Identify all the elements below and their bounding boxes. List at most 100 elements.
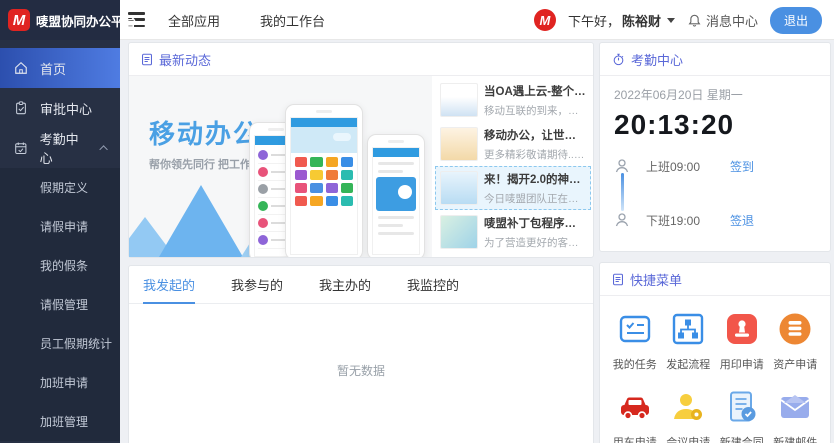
brand-name: 唛盟协同办公平台 — [36, 11, 136, 30]
tab-participated-by-me[interactable]: 我参与的 — [231, 267, 283, 304]
tab-hosted-by-me[interactable]: 我主办的 — [319, 267, 371, 304]
clipboard-icon — [14, 101, 28, 115]
quick-my-tasks[interactable]: 我的任务 — [608, 310, 662, 372]
sidebar-subitem-staff-holiday-stats[interactable]: 员工假期统计 — [0, 324, 120, 363]
username: 陈裕财 — [622, 11, 661, 30]
task-tabs: 我发起的 我参与的 我主办的 我监控的 — [129, 266, 593, 304]
top-right-cluster: M 下午好，陈裕财 消息中心 退出 — [534, 0, 822, 40]
quick-new-mail[interactable]: 新建邮件 — [769, 388, 823, 443]
news-item-title: 当OA遇上云-整个协同OA — [484, 83, 586, 99]
sidebar-subitem-my-leave-notes[interactable]: 我的假条 — [0, 246, 120, 285]
attendance-panel: 考勤中心 2022年06月20日 星期一 20:13:20 上班09:00 签到… — [599, 42, 831, 252]
sidebar-item-label: 考勤中心 — [40, 129, 91, 167]
news-item-highlighted[interactable]: 来！揭开2.0的神秘面纱- 今日唛盟团队正在加班加点， — [435, 166, 591, 210]
mountain-shape — [159, 185, 243, 257]
banner-headline: 移动办公 — [149, 114, 261, 151]
app-logo: M — [8, 9, 30, 31]
stamp-icon — [723, 310, 761, 348]
mobile-office-banner[interactable]: 移动办公 帮你领先同行 把工作带出办公室 — [129, 76, 432, 257]
attendance-submenu: 假期定义 请假申请 我的假条 请假管理 员工假期统计 加班申请 加班管理 — [0, 168, 120, 441]
quick-start-workflow[interactable]: 发起流程 — [662, 310, 716, 372]
greeting-text: 下午好， — [568, 11, 620, 30]
stopwatch-icon — [612, 53, 625, 66]
latest-news-title: 最新动态 — [159, 50, 211, 69]
tasks-icon — [616, 310, 654, 348]
sidebar-item-attendance[interactable]: 考勤中心 — [0, 128, 120, 168]
logout-button[interactable]: 退出 — [770, 7, 822, 34]
phone-mockup-apps — [285, 104, 363, 257]
sidebar-subitem-leave-manage[interactable]: 请假管理 — [0, 285, 120, 324]
phone-app-grid — [291, 153, 357, 210]
home-icon — [14, 61, 28, 75]
sidebar-item-home[interactable]: 首页 — [0, 48, 120, 88]
brand: M 唛盟协同办公平台 — [0, 0, 120, 40]
workflow-icon — [669, 310, 707, 348]
timeline-connector — [621, 173, 624, 211]
check-out-link[interactable]: 签退 — [730, 212, 754, 229]
sidebar-subitem-leave-request[interactable]: 请假申请 — [0, 207, 120, 246]
sidebar-item-label: 首页 — [40, 59, 66, 78]
bell-icon — [687, 13, 702, 28]
message-center[interactable]: 消息中心 — [687, 11, 758, 30]
shift-label: 下班19:00 — [646, 212, 700, 229]
latest-news-panel: 最新动态 移动办公 帮你领先同行 把工作带出办公室 — [128, 42, 594, 258]
latest-news-header: 最新动态 — [129, 43, 593, 76]
tab-monitored-by-me[interactable]: 我监控的 — [407, 267, 459, 304]
sidebar-item-approval[interactable]: 审批中心 — [0, 88, 120, 128]
quick-label: 用印申请 — [720, 356, 764, 372]
document-icon — [141, 53, 153, 66]
quick-menu-grid: 我的任务 发起流程 用印申请 资产申请 用车申请 会议申请 — [600, 296, 830, 443]
quick-label: 新建合同 — [720, 434, 764, 443]
user-menu[interactable]: 下午好，陈裕财 — [568, 11, 675, 30]
quick-vehicle-request[interactable]: 用车申请 — [608, 388, 662, 443]
app-window: 全部应用 我的工作台 M 下午好，陈裕财 消息中心 退出 M 唛盟协同办公平台 … — [0, 0, 834, 443]
shift-row-evening: 下班19:00 签退 — [614, 207, 816, 233]
quick-label: 资产申请 — [773, 356, 817, 372]
sidebar: 首页 审批中心 考勤中心 假期定义 请假申请 我的假条 请假管理 员工假期统计 … — [0, 40, 120, 443]
shift-row-morning: 上班09:00 签到 — [614, 153, 816, 179]
quick-label: 发起流程 — [666, 356, 710, 372]
quick-seal-request[interactable]: 用印申请 — [715, 310, 769, 372]
my-tasks-panel: 我发起的 我参与的 我主办的 我监控的 暂无数据 — [128, 265, 594, 443]
attendance-timeline: 上班09:00 签到 下班19:00 签退 — [614, 153, 816, 233]
top-nav: 全部应用 我的工作台 — [168, 0, 325, 40]
user-avatar[interactable]: M — [534, 9, 556, 31]
sidebar-subitem-holiday-define[interactable]: 假期定义 — [0, 168, 120, 207]
news-thumbnail — [440, 215, 478, 249]
news-item-title: 来！揭开2.0的神秘面纱- — [484, 171, 586, 187]
chevron-down-icon — [667, 18, 675, 23]
quick-menu-title: 快捷菜单 — [630, 270, 682, 289]
news-item[interactable]: 当OA遇上云-整个协同OA 移动互联的到来，让OA与云 — [435, 78, 591, 122]
news-thumbnail — [440, 171, 478, 205]
news-item-desc: 今日唛盟团队正在加班加点， — [484, 191, 586, 206]
attendance-clock: 20:13:20 — [614, 109, 816, 141]
nav-all-apps[interactable]: 全部应用 — [168, 11, 220, 30]
empty-state-text: 暂无数据 — [129, 304, 593, 379]
attendance-header: 考勤中心 — [600, 43, 830, 76]
check-in-link[interactable]: 签到 — [730, 158, 754, 175]
news-item[interactable]: 唛盟补丁包程序更新为了营造更好的客户体验，唛 — [435, 210, 591, 254]
attendance-body: 2022年06月20日 星期一 20:13:20 上班09:00 签到 下班19… — [600, 76, 830, 243]
calendar-icon — [14, 141, 28, 155]
meeting-person-icon — [669, 388, 707, 426]
nav-my-workbench[interactable]: 我的工作台 — [260, 11, 325, 30]
tab-initiated-by-me[interactable]: 我发起的 — [143, 267, 195, 304]
news-list: 当OA遇上云-整个协同OA 移动互联的到来，让OA与云 移动办公，让世界触手可更多… — [433, 76, 593, 257]
quick-label: 新建邮件 — [773, 434, 817, 443]
quick-menu-panel: 快捷菜单 我的任务 发起流程 用印申请 资产申请 用车申请 — [599, 262, 831, 443]
person-icon — [614, 212, 630, 228]
sidebar-subitem-overtime-manage[interactable]: 加班管理 — [0, 402, 120, 441]
person-icon — [614, 158, 630, 174]
news-item-title: 唛盟补丁包程序更新 — [484, 215, 586, 231]
quick-asset-request[interactable]: 资产申请 — [769, 310, 823, 372]
car-icon — [616, 388, 654, 426]
quick-meeting-request[interactable]: 会议申请 — [662, 388, 716, 443]
quick-new-contract[interactable]: 新建合同 — [715, 388, 769, 443]
quick-label: 用车申请 — [613, 434, 657, 443]
news-item-title: 移动办公，让世界触手可 — [484, 127, 586, 143]
news-item-desc: 为了营造更好的客户体验，唛 — [484, 235, 586, 250]
latest-news-body: 移动办公 帮你领先同行 把工作带出办公室 当OA遇上云 — [129, 76, 593, 257]
news-item-desc: 移动互联的到来，让OA与云 — [484, 103, 586, 118]
sidebar-subitem-overtime-request[interactable]: 加班申请 — [0, 363, 120, 402]
news-item[interactable]: 移动办公，让世界触手可更多精彩敬请期待....... — [435, 122, 591, 166]
